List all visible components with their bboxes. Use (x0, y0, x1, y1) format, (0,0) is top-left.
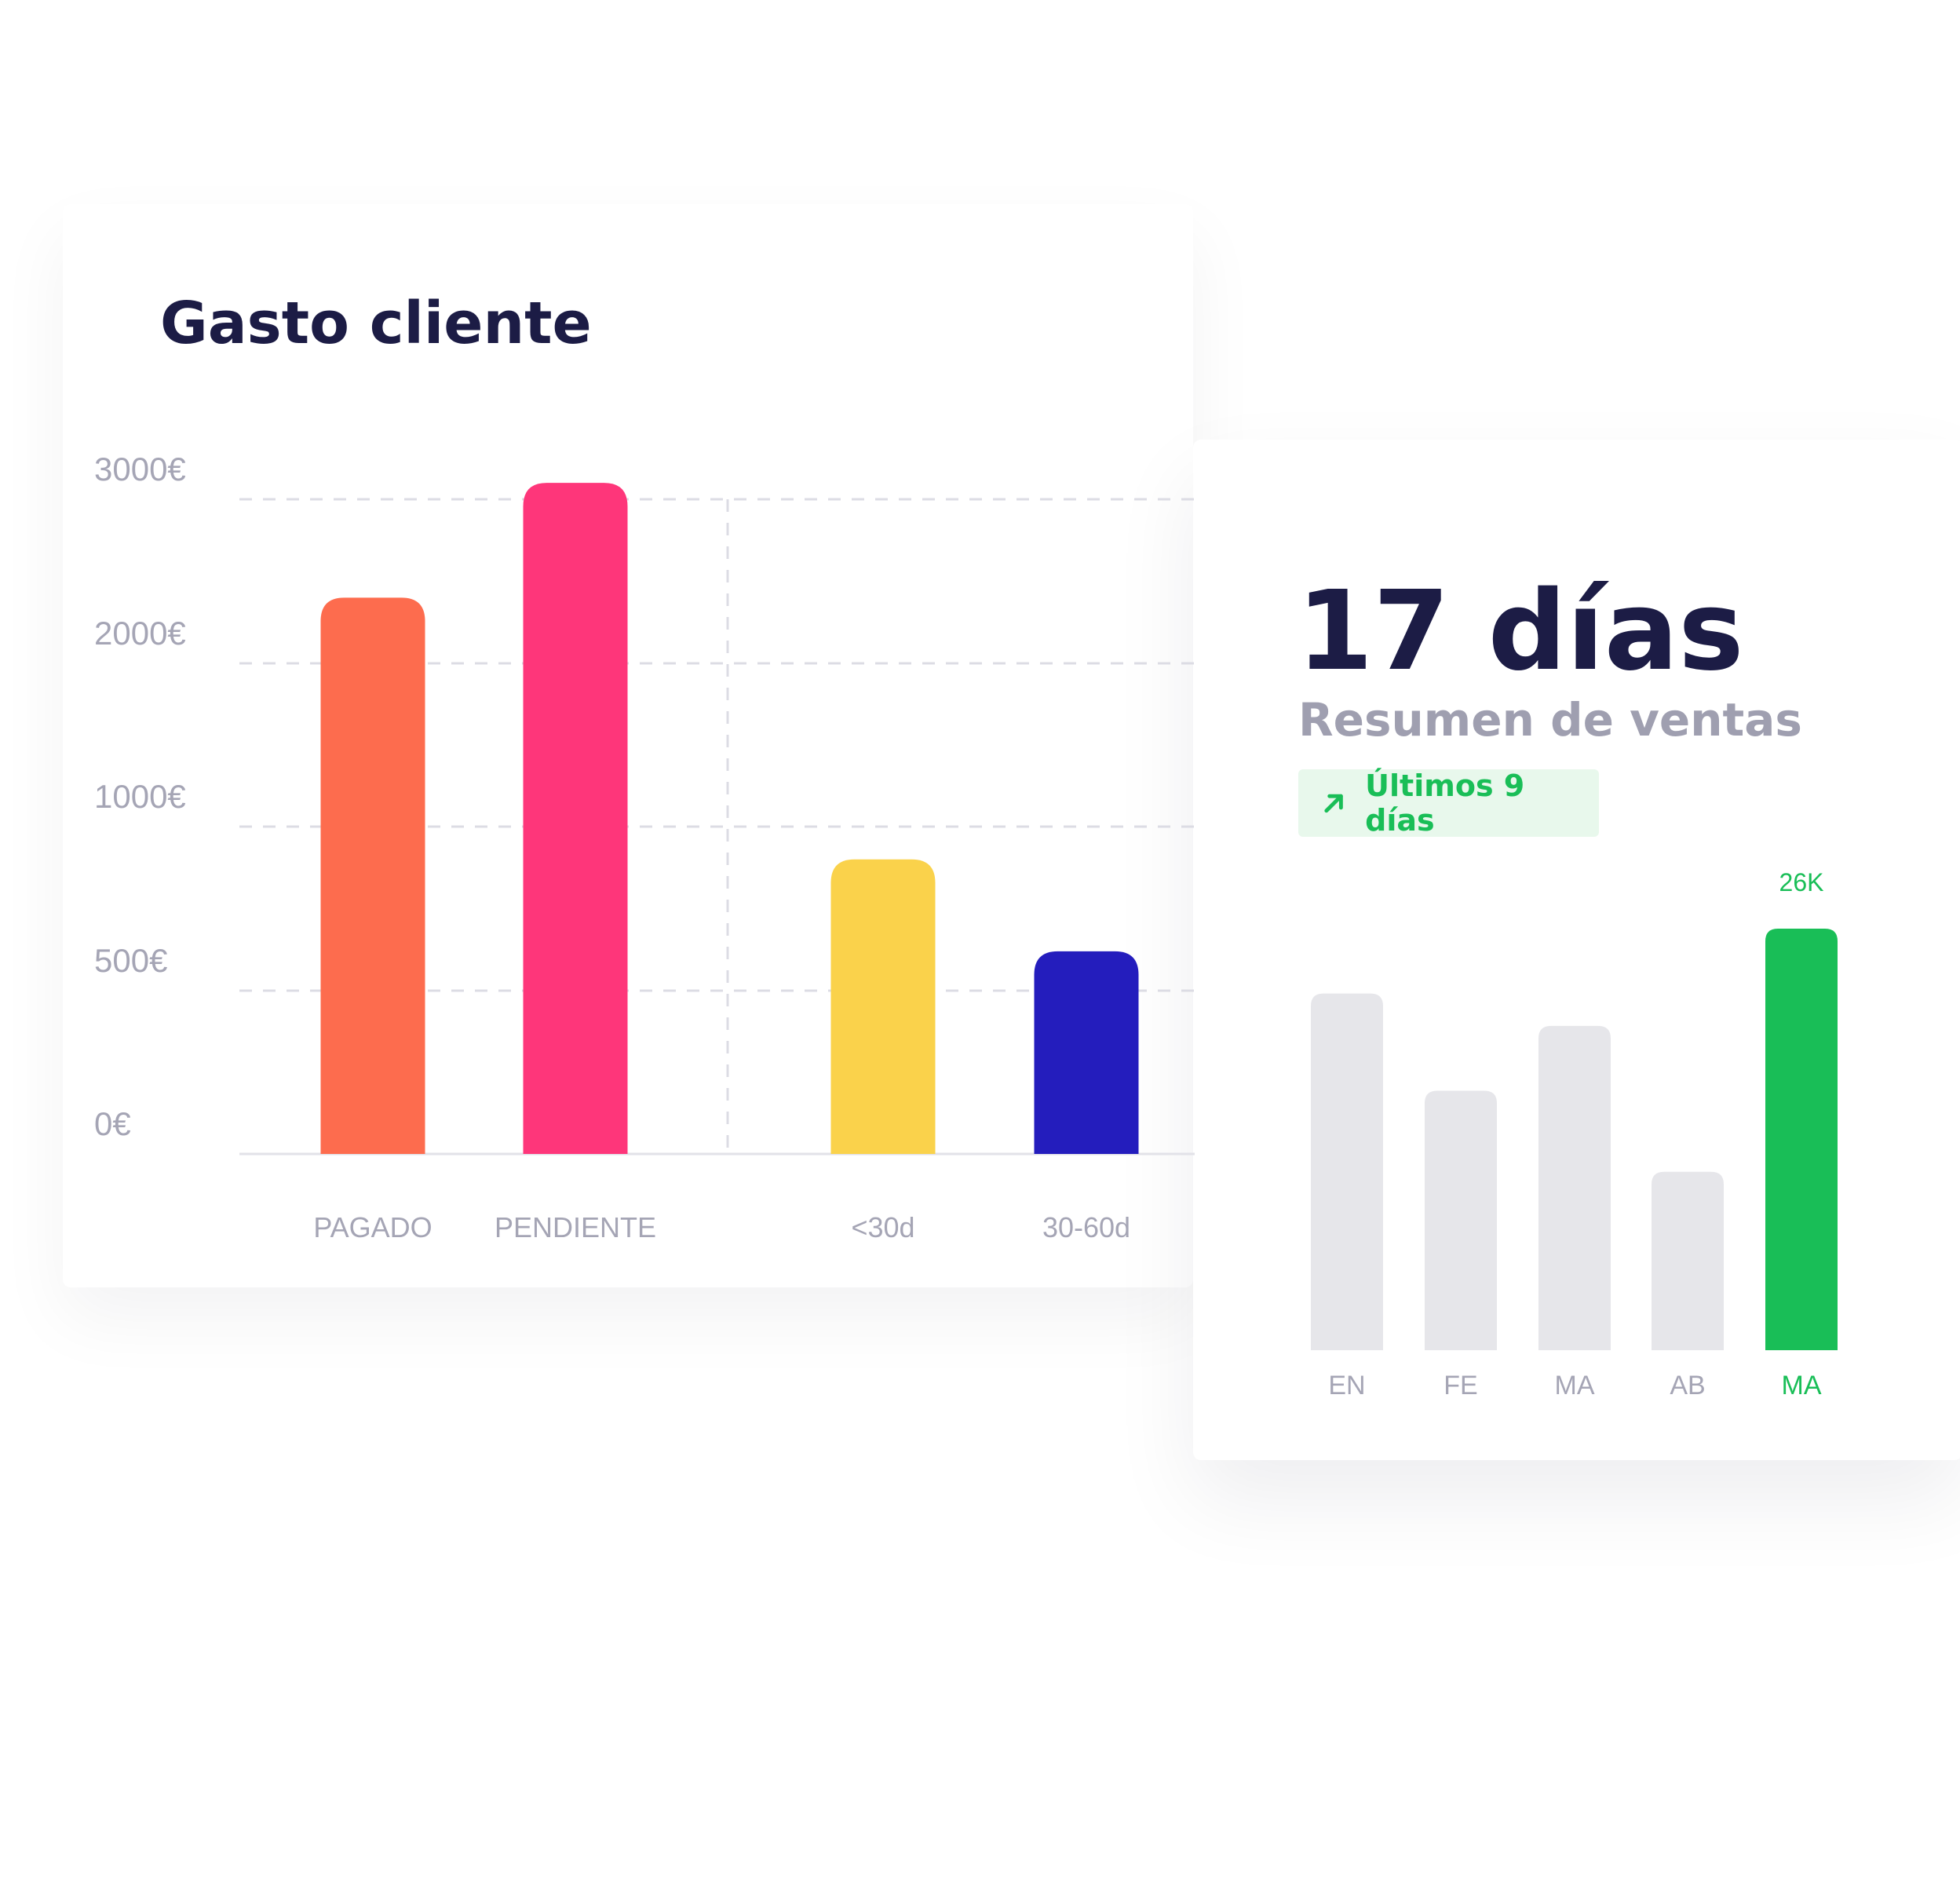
period-badge-label: Últimos 9 días (1365, 769, 1525, 838)
sales-summary-subtitle: Resumen de ventas (1298, 693, 1802, 747)
highlight-value-label: 26K (1779, 868, 1824, 896)
spend-bar[interactable] (523, 483, 628, 1154)
period-badge[interactable]: Últimos 9 días (1298, 769, 1599, 838)
spend-chart-y-axis: 0€ 500€ 1000€ 2000€ 3000€ (94, 451, 186, 1142)
month-label: EN (1328, 1371, 1365, 1400)
sales-bar[interactable] (1425, 1090, 1497, 1350)
x-tick-label: PAGADO (313, 1211, 432, 1243)
spend-chart-bars (320, 483, 1139, 1154)
month-label: AB (1670, 1371, 1705, 1400)
highlighted-sales-bar[interactable] (1765, 929, 1838, 1350)
spend-bar[interactable] (830, 859, 936, 1154)
sales-bar[interactable] (1311, 993, 1383, 1350)
spend-chart-title: Gasto cliente (160, 290, 592, 357)
sales-bar[interactable] (1538, 1025, 1611, 1350)
spend-bar[interactable] (1034, 951, 1139, 1154)
month-label: MA (1555, 1371, 1595, 1400)
x-tick-label: PENDIENTE (495, 1211, 656, 1243)
month-label: FE (1444, 1371, 1477, 1400)
x-tick-label: <30d (851, 1211, 914, 1243)
sales-chart-bars (1311, 929, 1838, 1350)
days-headline: 17 días (1297, 568, 1744, 696)
y-tick-label: 3000€ (94, 451, 186, 487)
y-tick-label: 1000€ (94, 778, 186, 815)
spend-chart-x-axis: PAGADO PENDIENTE <30d 30-60d (313, 1211, 1130, 1243)
y-tick-label: 2000€ (94, 615, 186, 652)
sales-bar[interactable] (1652, 1171, 1724, 1350)
arrow-up-right-icon (1324, 794, 1343, 813)
month-label: MA (1782, 1371, 1822, 1400)
y-tick-label: 0€ (94, 1105, 131, 1142)
y-tick-label: 500€ (94, 942, 167, 979)
sales-chart-x-axis: EN FE MA AB MA (1328, 1371, 1821, 1400)
x-tick-label: 30-60d (1042, 1211, 1130, 1243)
charts-canvas: Gasto cliente 0€ 500€ 1000€ 2000€ 3000€ PAGA… (94, 290, 1838, 1400)
spend-bar[interactable] (320, 597, 425, 1154)
